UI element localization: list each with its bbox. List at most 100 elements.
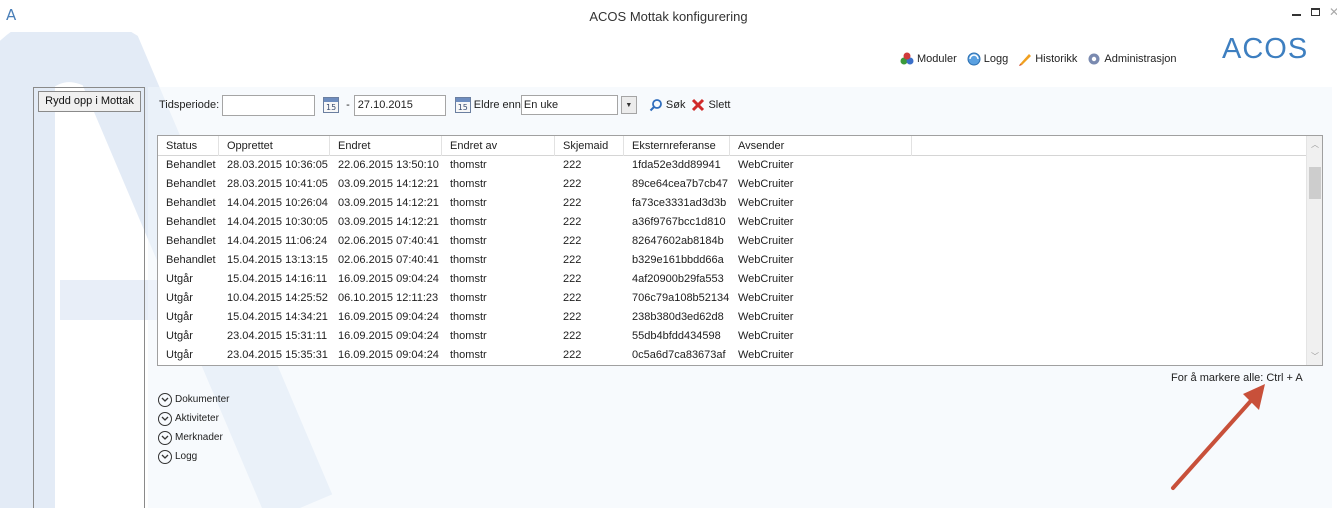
table-cell: thomstr [450, 159, 487, 171]
table-cell: 10.04.2015 14:25:52 [227, 292, 328, 304]
table-cell: 15.04.2015 14:34:21 [227, 311, 328, 323]
table-cell: Utgår [166, 273, 193, 285]
table-cell: 222 [563, 235, 582, 247]
scroll-thumb[interactable] [1309, 167, 1321, 199]
table-cell: 03.09.2015 14:12:21 [338, 197, 439, 209]
table-cell: 222 [563, 159, 582, 171]
expander-logg[interactable]: Logg [158, 447, 229, 466]
table-cell: Utgår [166, 349, 193, 361]
table-cell: 22.06.2015 13:50:10 [338, 159, 439, 171]
table-cell: 222 [563, 330, 582, 342]
calendar-to-icon[interactable]: 15 [454, 97, 471, 113]
table-cell: 222 [563, 273, 582, 285]
expander-label: Aktiviteter [175, 413, 219, 424]
window-title: ACOS Mottak konfigurering [589, 9, 748, 24]
table-cell: 0c5a6d7ca83673af [632, 349, 726, 361]
table-cell: b329e161bbdd66a [632, 254, 724, 266]
table-cell: thomstr [450, 254, 487, 266]
table-cell: WebCruiter [738, 178, 794, 190]
column-header-eksternreferanse[interactable]: Eksternreferanse [624, 136, 730, 156]
vertical-scrollbar[interactable]: ︿ ﹀ [1306, 136, 1322, 365]
table-cell: WebCruiter [738, 311, 794, 323]
table-cell: 23.04.2015 15:35:31 [227, 349, 328, 361]
grid-header: Status Opprettet Endret Endret av Skjema… [158, 136, 1308, 156]
table-row[interactable]: Behandlet 28.03.2015 10:41:05 03.09.2015 1… [158, 175, 1308, 194]
table-cell: 02.06.2015 07:40:41 [338, 235, 439, 247]
table-row[interactable]: Utgår 23.04.2015 15:31:11 16.09.2015 09:04… [158, 327, 1308, 346]
table-row[interactable]: Utgår 15.04.2015 14:34:21 16.09.2015 09:04… [158, 308, 1308, 327]
from-date-input[interactable] [222, 94, 316, 116]
to-date-input[interactable]: 27.10.2015 [353, 94, 446, 116]
table-row[interactable]: Behandlet 14.04.2015 11:06:24 02.06.2015 0… [158, 232, 1308, 251]
table-cell: WebCruiter [738, 330, 794, 342]
expander-dokumenter[interactable]: Dokumenter [158, 390, 229, 409]
older-than-select[interactable]: En uke [520, 95, 618, 115]
table-row[interactable]: Utgår 10.04.2015 14:25:52 06.10.2015 12:11… [158, 289, 1308, 308]
column-header-avsender[interactable]: Avsender [730, 136, 912, 156]
table-cell: thomstr [450, 349, 487, 361]
filter-toolbar: Tidsperiode: 15 - 27.10.2015 15 Eldre en… [159, 94, 730, 116]
detail-expanders: Dokumenter Aktiviteter Merknader Logg [158, 390, 229, 466]
scroll-up-icon[interactable]: ︿ [1307, 136, 1322, 153]
expander-merknader[interactable]: Merknader [158, 428, 229, 447]
nav-historikk[interactable]: Historikk [1018, 52, 1077, 66]
chevron-down-icon [158, 411, 172, 426]
column-header-opprettet[interactable]: Opprettet [219, 136, 330, 156]
message-grid[interactable]: Status Opprettet Endret Endret av Skjema… [157, 135, 1323, 366]
table-cell: 16.09.2015 09:04:24 [338, 273, 439, 285]
modules-icon [900, 52, 914, 65]
table-row[interactable]: Behandlet 28.03.2015 10:36:05 22.06.2015 1… [158, 156, 1308, 175]
chevron-down-icon[interactable]: ▼ [620, 96, 637, 114]
table-cell: 222 [563, 349, 582, 361]
table-cell: 23.04.2015 15:31:11 [227, 330, 328, 342]
delete-button[interactable]: Slett [691, 98, 730, 112]
rydd-opp-button[interactable]: Rydd opp i Mottak [38, 91, 141, 112]
table-cell: WebCruiter [738, 254, 794, 266]
table-cell: 222 [563, 311, 582, 323]
table-row[interactable]: Utgår 15.04.2015 14:16:11 16.09.2015 09:04… [158, 270, 1308, 289]
calendar-from-icon[interactable]: 15 [323, 97, 340, 113]
nav-historikk-label: Historikk [1035, 53, 1078, 65]
close-button[interactable]: ✕ [1323, 3, 1337, 21]
nav-moduler[interactable]: Moduler [900, 52, 957, 66]
table-cell: WebCruiter [738, 216, 794, 228]
main-panel: Tidsperiode: 15 - 27.10.2015 15 Eldre en… [148, 87, 1332, 508]
column-header-status[interactable]: Status [158, 136, 219, 156]
log-icon [967, 52, 981, 66]
minimize-icon [1291, 14, 1301, 16]
search-button[interactable]: Søk [649, 98, 685, 112]
maximize-icon [1310, 8, 1320, 16]
table-cell: WebCruiter [738, 235, 794, 247]
table-cell: 16.09.2015 09:04:24 [338, 330, 439, 342]
expander-label: Dokumenter [175, 394, 230, 405]
table-cell: fa73ce3331ad3d3b [632, 197, 727, 209]
scroll-down-icon[interactable]: ﹀ [1307, 348, 1322, 365]
nav-logg-label: Logg [983, 53, 1009, 65]
delete-icon [692, 98, 705, 112]
expander-label: Logg [175, 451, 198, 462]
table-cell: WebCruiter [738, 349, 794, 361]
table-row[interactable]: Behandlet 15.04.2015 13:13:15 02.06.2015 0… [158, 251, 1308, 270]
table-row[interactable]: Utgår 23.04.2015 15:35:31 16.09.2015 09:04… [158, 346, 1308, 365]
expander-aktiviteter[interactable]: Aktiviteter [158, 409, 229, 428]
table-cell: 28.03.2015 10:41:05 [227, 178, 328, 190]
nav-logg[interactable]: Logg [967, 52, 1008, 66]
table-cell: 06.10.2015 12:11:23 [338, 292, 439, 304]
table-cell: 222 [563, 178, 582, 190]
column-header-endret[interactable]: Endret [330, 136, 442, 156]
table-cell: Utgår [166, 311, 193, 323]
table-row[interactable]: Behandlet 14.04.2015 10:26:04 03.09.2015 1… [158, 194, 1308, 213]
column-header-endret-av[interactable]: Endret av [442, 136, 555, 156]
table-cell: 222 [563, 254, 582, 266]
table-cell: 706c79a108b52134 [632, 292, 730, 304]
table-cell: 89ce64cea7b7cb47 [632, 178, 729, 190]
older-than-label: Eldre enn [473, 99, 521, 111]
table-cell: 02.06.2015 07:40:41 [338, 254, 439, 266]
table-cell: 03.09.2015 14:12:21 [338, 178, 439, 190]
table-cell: 14.04.2015 11:06:24 [227, 235, 328, 247]
table-row[interactable]: Behandlet 14.04.2015 10:30:05 03.09.2015 1… [158, 213, 1308, 232]
table-cell: Behandlet [166, 254, 216, 266]
column-header-skjemaid[interactable]: Skjemaid [555, 136, 624, 156]
table-cell: 15.04.2015 13:13:15 [227, 254, 328, 266]
nav-administrasjon[interactable]: Administrasjon [1087, 52, 1177, 66]
